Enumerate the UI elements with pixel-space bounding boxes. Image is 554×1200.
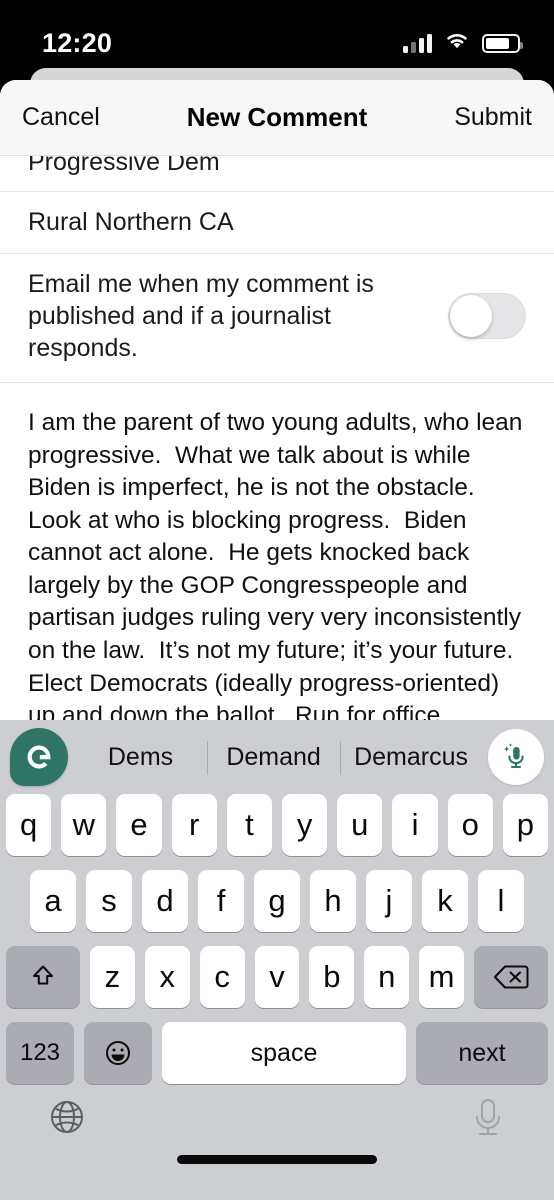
emoji-key[interactable] [84,1022,152,1084]
key-y[interactable]: y [282,794,328,856]
shift-icon [33,965,53,985]
key-t[interactable]: t [226,794,272,856]
dictation-key[interactable] [468,1094,508,1145]
suggestion-item-3[interactable]: Demarcus [340,739,482,776]
phone-screen: 12:20 Cancel New Comment Submit Progress… [0,0,554,1200]
battery-icon [482,33,523,53]
key-v[interactable]: v [254,946,300,1008]
return-key[interactable]: next [416,1022,548,1084]
dictation-mic-icon [476,1098,500,1135]
emoji-smiley-icon [106,1041,130,1065]
affiliation-value: Progressive Dem [28,156,220,176]
key-j[interactable]: j [366,870,412,932]
status-bar-time: 12:20 [42,27,113,58]
key-d[interactable]: d [142,870,188,932]
grammarly-voice-mic-button[interactable] [488,729,544,785]
key-o[interactable]: o [447,794,493,856]
keyboard-row-1: q w e r t y u i o p [0,794,554,856]
email-notify-label: Email me when my comment is published an… [28,270,374,362]
key-f[interactable]: f [198,870,244,932]
wifi-icon [444,31,470,55]
key-i[interactable]: i [392,794,438,856]
comment-textarea[interactable]: I am the parent of two young adults, who… [0,383,554,720]
numbers-key[interactable]: 123 [6,1022,74,1084]
sheet-navbar: Cancel New Comment Submit [0,80,554,156]
key-e[interactable]: e [116,794,162,856]
status-bar-icons [403,31,523,55]
key-u[interactable]: u [337,794,383,856]
shift-key[interactable] [6,946,80,1008]
suggestion-list: Dems Demand Demarcus [68,739,488,776]
key-p[interactable]: p [502,794,549,856]
new-comment-sheet: Cancel New Comment Submit Progressive De… [0,80,554,720]
key-a[interactable]: a [30,870,76,932]
keyboard-row-2: a s d f g h j k l [0,870,554,932]
status-bar: 12:20 [0,0,554,72]
comment-form: Progressive Dem Rural Northern CA Email … [0,156,554,720]
key-h[interactable]: h [310,870,356,932]
globe-key[interactable] [46,1096,88,1143]
space-key[interactable]: space [162,1022,406,1084]
toggle-knob [450,295,492,337]
keyboard-row-4: 123 space next [0,1022,554,1084]
affiliation-field[interactable]: Progressive Dem [0,156,554,192]
cancel-button[interactable]: Cancel [22,103,100,132]
submit-button[interactable]: Submit [454,103,532,132]
backspace-icon [494,965,529,989]
grammarly-logo-icon[interactable] [10,728,68,786]
key-r[interactable]: r [171,794,217,856]
key-c[interactable]: c [199,946,245,1008]
email-notify-toggle[interactable] [448,293,526,339]
key-b[interactable]: b [309,946,355,1008]
onscreen-keyboard: Dems Demand Demarcus q w e r t y u i o p… [0,720,554,1200]
key-n[interactable]: n [364,946,410,1008]
home-indicator [177,1155,377,1164]
key-s[interactable]: s [86,870,132,932]
suggestion-item-1[interactable]: Dems [74,739,207,776]
key-x[interactable]: x [144,946,190,1008]
key-w[interactable]: w [61,794,107,856]
keyboard-suggestion-bar: Dems Demand Demarcus [0,720,554,794]
email-notify-row: Email me when my comment is published an… [0,254,554,383]
globe-icon [51,1100,83,1133]
backspace-key[interactable] [474,946,549,1008]
key-m[interactable]: m [419,946,465,1008]
key-g[interactable]: g [254,870,300,932]
key-k[interactable]: k [422,870,468,932]
key-q[interactable]: q [5,794,52,856]
key-l[interactable]: l [478,870,524,932]
key-z[interactable]: z [90,946,135,1008]
cellular-signal-icon [403,33,432,53]
keyboard-bottom-bar [0,1084,554,1180]
suggestion-item-2[interactable]: Demand [207,739,340,776]
keyboard-row-3: z x c v b n m [0,946,554,1008]
location-value: Rural Northern CA [28,208,234,236]
location-field[interactable]: Rural Northern CA [0,192,554,254]
